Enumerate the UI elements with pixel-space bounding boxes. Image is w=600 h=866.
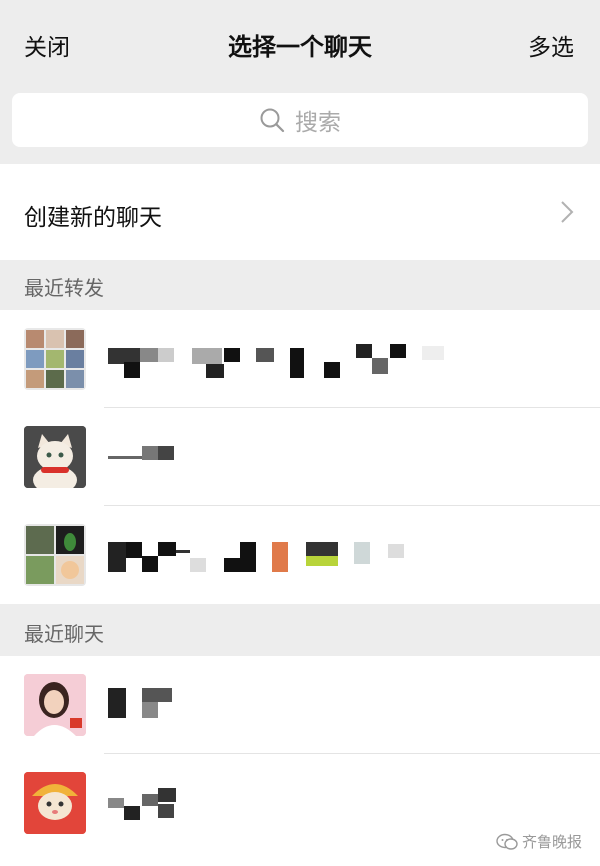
- obscured-name: [106, 784, 196, 824]
- search-icon: [260, 108, 285, 133]
- section-title-recent-chats: 最近聊天: [24, 622, 104, 646]
- group-avatar: [24, 524, 86, 586]
- watermark-text: 齐鲁晚报: [521, 833, 582, 851]
- group-photo-grid-avatar: [24, 328, 86, 390]
- search-input[interactable]: 搜索: [12, 93, 588, 147]
- chevron-right-icon: [561, 201, 574, 223]
- section-header-recent-chats: 最近聊天: [0, 606, 600, 656]
- wechat-logo-icon: [496, 833, 518, 850]
- page-title: 选择一个聊天: [228, 33, 372, 61]
- list-item[interactable]: [0, 656, 600, 754]
- create-new-chat-label: 创建新的聊天: [24, 205, 162, 231]
- cat-avatar: [24, 426, 86, 488]
- obscured-name: [106, 536, 446, 576]
- recent-forward-list: [0, 310, 600, 604]
- list-item[interactable]: [0, 310, 600, 408]
- cat-costume-avatar: [24, 772, 86, 834]
- obscured-name: [106, 340, 496, 380]
- list-item[interactable]: [0, 506, 600, 604]
- search-placeholder: 搜索: [295, 110, 341, 136]
- navbar: 关闭 选择一个聊天 多选: [0, 0, 600, 88]
- obscured-name: [106, 438, 196, 478]
- section-header-recent-forward: 最近转发: [0, 260, 600, 310]
- section-title-recent-forward: 最近转发: [24, 276, 104, 300]
- woman-portrait-avatar: [24, 674, 86, 736]
- list-item[interactable]: [0, 408, 600, 506]
- obscured-name: [106, 686, 196, 726]
- create-new-chat-item[interactable]: 创建新的聊天: [0, 164, 600, 260]
- watermark: 齐鲁晚报: [496, 831, 582, 852]
- multi-select-button[interactable]: 多选: [528, 28, 574, 62]
